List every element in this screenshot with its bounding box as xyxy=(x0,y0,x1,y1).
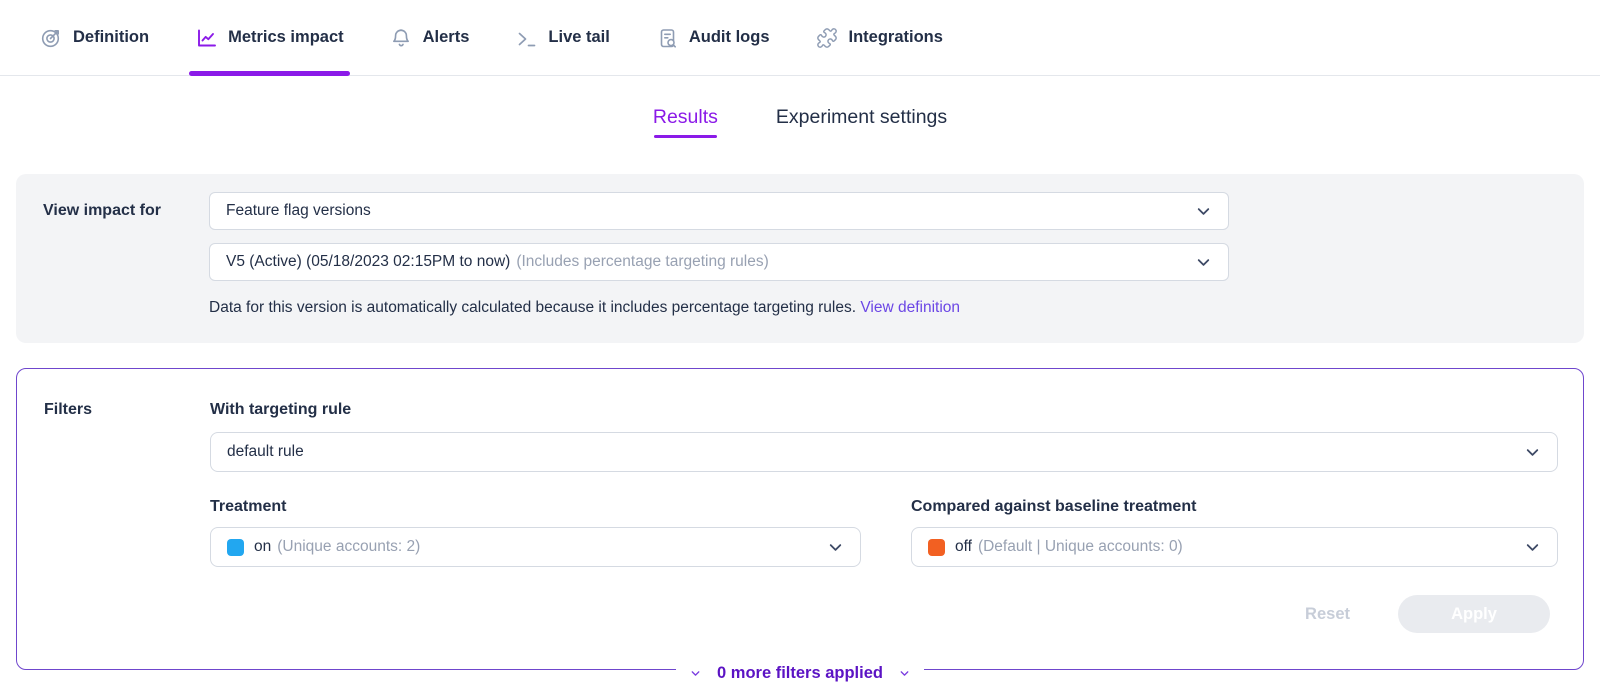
puzzle-icon xyxy=(816,27,838,49)
baseline-hint: (Default | Unique accounts: 0) xyxy=(978,538,1183,556)
top-navigation: Definition Metrics impact Alerts xyxy=(0,0,1600,76)
tab-label: Live tail xyxy=(548,28,609,47)
targeting-rule-label: With targeting rule xyxy=(210,401,1558,419)
baseline-treatment-select[interactable]: off (Default | Unique accounts: 0) xyxy=(911,527,1558,567)
baseline-treatment-label: Compared against baseline treatment xyxy=(911,498,1558,516)
results-subnav: Results Experiment settings xyxy=(0,106,1600,138)
targeting-rule-select[interactable]: default rule xyxy=(210,432,1558,472)
treatment-color-swatch xyxy=(227,539,244,556)
more-filters-label: 0 more filters applied xyxy=(717,664,883,683)
more-filters-toggle[interactable]: 0 more filters applied xyxy=(676,664,924,683)
tab-label: Audit logs xyxy=(689,28,770,47)
treatment-hint: (Unique accounts: 2) xyxy=(277,538,420,556)
tab-integrations[interactable]: Integrations xyxy=(816,0,943,75)
tab-label: Integrations xyxy=(849,28,943,47)
chevron-down-icon xyxy=(1195,203,1212,220)
impact-type-select[interactable]: Feature flag versions xyxy=(209,192,1229,230)
chevron-down-icon xyxy=(1195,254,1212,271)
targeting-rule-value: default rule xyxy=(227,443,304,461)
baseline-color-swatch xyxy=(928,539,945,556)
view-impact-panel: View impact for Feature flag versions V5… xyxy=(16,174,1584,343)
version-select[interactable]: V5 (Active) (05/18/2023 02:15PM to now) … xyxy=(209,243,1229,281)
tab-audit-logs[interactable]: Audit logs xyxy=(656,0,770,75)
version-hint: (Includes percentage targeting rules) xyxy=(516,253,768,271)
impact-type-value: Feature flag versions xyxy=(226,202,371,220)
chevron-down-icon xyxy=(689,667,702,680)
apply-button[interactable]: Apply xyxy=(1398,595,1550,633)
tab-label: Definition xyxy=(73,28,149,47)
tab-metrics-impact[interactable]: Metrics impact xyxy=(195,0,344,75)
filters-label: Filters xyxy=(44,401,210,633)
subtab-results[interactable]: Results xyxy=(653,106,718,138)
tab-label: Metrics impact xyxy=(228,28,344,47)
subtab-experiment-settings[interactable]: Experiment settings xyxy=(776,106,947,138)
view-impact-label: View impact for xyxy=(43,192,209,317)
version-note-text: Data for this version is automatically c… xyxy=(209,299,856,316)
version-value: V5 (Active) (05/18/2023 02:15PM to now) xyxy=(226,253,510,271)
chevron-down-icon xyxy=(1524,444,1541,461)
chevron-down-icon xyxy=(1524,539,1541,556)
version-note: Data for this version is automatically c… xyxy=(209,299,1229,317)
audit-log-icon xyxy=(656,27,678,49)
tab-label: Alerts xyxy=(423,28,470,47)
tab-definition[interactable]: Definition xyxy=(40,0,149,75)
chevron-down-icon xyxy=(898,667,911,680)
chevron-down-icon xyxy=(827,539,844,556)
target-icon xyxy=(40,27,62,49)
reset-button[interactable]: Reset xyxy=(1305,605,1350,624)
treatment-select[interactable]: on (Unique accounts: 2) xyxy=(210,527,861,567)
tab-live-tail[interactable]: Live tail xyxy=(515,0,609,75)
view-definition-link[interactable]: View definition xyxy=(860,299,960,316)
active-tab-underline xyxy=(189,71,350,76)
treatment-value: on xyxy=(254,538,271,556)
treatment-label: Treatment xyxy=(210,498,861,516)
tab-alerts[interactable]: Alerts xyxy=(390,0,470,75)
bell-icon xyxy=(390,27,412,49)
terminal-icon xyxy=(515,27,537,49)
baseline-value: off xyxy=(955,538,972,556)
filters-panel: Filters With targeting rule default rule… xyxy=(16,368,1584,670)
filter-actions: Reset Apply xyxy=(210,595,1558,633)
line-chart-icon xyxy=(195,27,217,49)
